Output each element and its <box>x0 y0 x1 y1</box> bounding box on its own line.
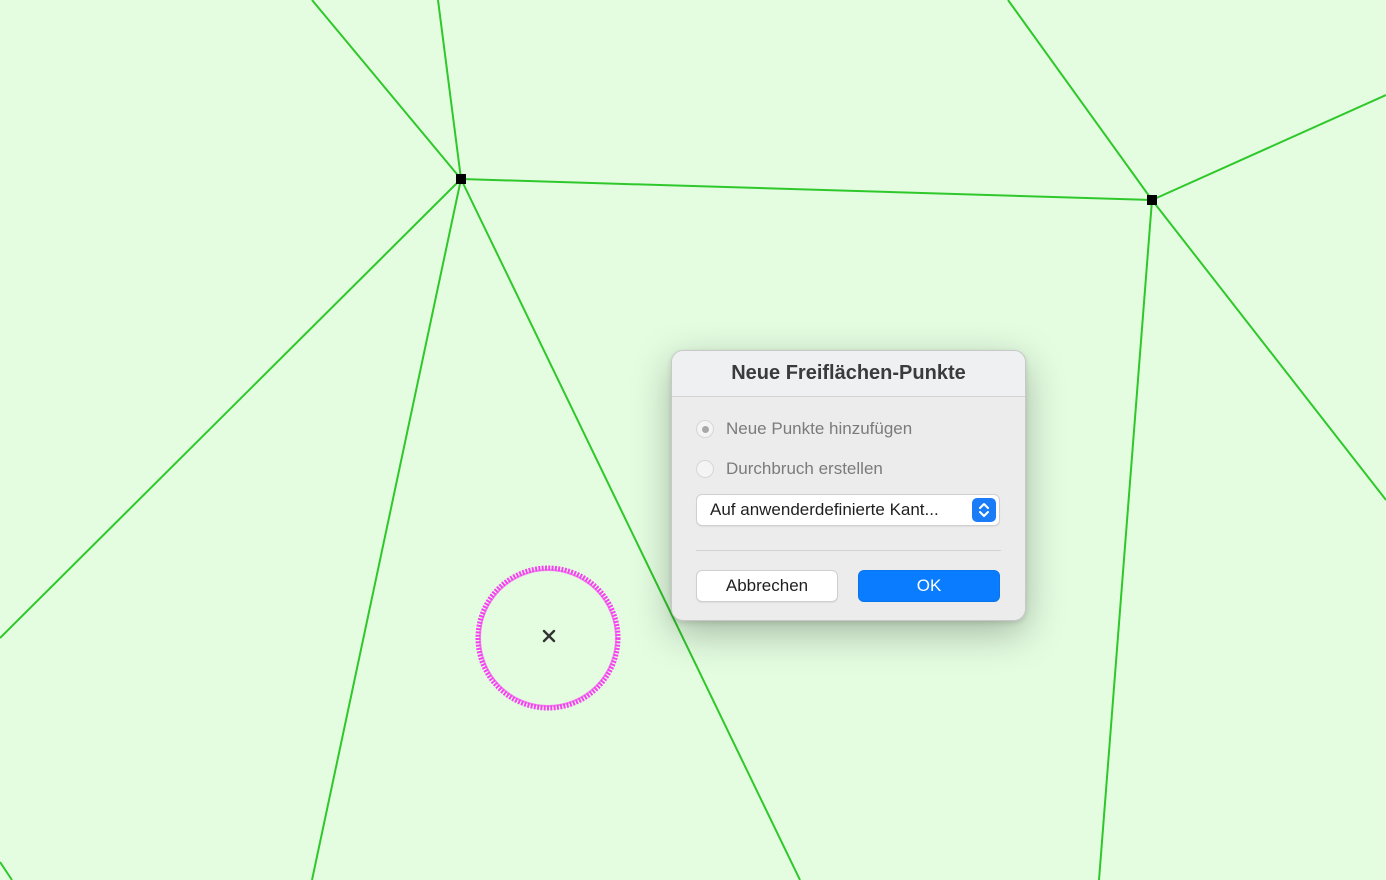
mesh-edge <box>1151 94 1386 201</box>
cursor-indicator <box>475 565 621 711</box>
mesh-vertex[interactable] <box>1147 195 1157 205</box>
radio-add-points[interactable] <box>696 420 714 438</box>
close-x-icon <box>542 629 556 643</box>
option-create-opening[interactable]: Durchbruch erstellen <box>696 457 883 481</box>
cancel-button[interactable]: Abbrechen <box>696 570 838 602</box>
new-area-points-dialog: Neue Freiflächen-Punkte Neue Punkte hinz… <box>671 350 1026 621</box>
chevron-up-down-icon[interactable] <box>972 498 996 522</box>
option-add-points[interactable]: Neue Punkte hinzufügen <box>696 417 912 441</box>
mesh-edge <box>0 178 462 639</box>
option-create-opening-label: Durchbruch erstellen <box>726 459 883 478</box>
edge-mode-select[interactable]: Auf anwenderdefinierte Kant... <box>696 494 1000 526</box>
mesh-edge <box>460 178 1153 201</box>
option-add-points-label: Neue Punkte hinzufügen <box>726 419 913 438</box>
dialog-divider <box>696 550 1001 551</box>
mesh-vertex[interactable] <box>456 174 466 184</box>
mesh-edge <box>311 178 462 880</box>
radio-create-opening[interactable] <box>696 460 714 478</box>
mesh-edge <box>0 861 13 880</box>
mesh-edge <box>437 0 462 180</box>
edge-mode-select-value: Auf anwenderdefinierte Kant... <box>710 500 939 519</box>
radio-selected-dot <box>701 425 709 433</box>
ok-button[interactable]: OK <box>858 570 1000 602</box>
mesh-edge <box>1007 0 1153 201</box>
mesh-edge <box>1098 199 1153 880</box>
dialog-title: Neue Freiflächen-Punkte <box>672 351 1025 397</box>
mesh-edge <box>1151 199 1386 501</box>
mesh-edge <box>311 0 462 180</box>
